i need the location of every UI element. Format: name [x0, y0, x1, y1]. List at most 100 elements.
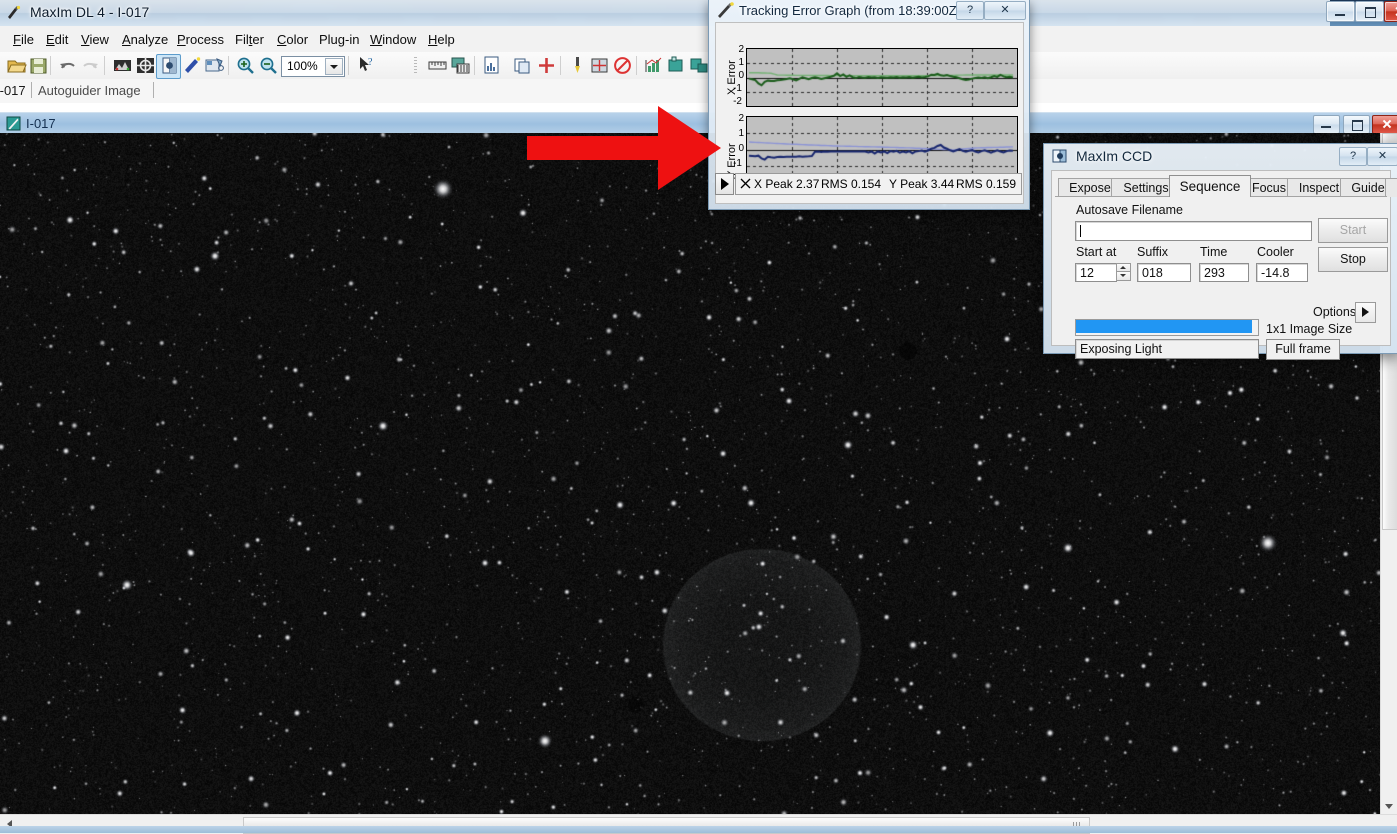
plus-icon[interactable]	[536, 55, 557, 76]
start-at-label: Start at	[1076, 245, 1117, 259]
cooler-input[interactable]: -14.8	[1256, 263, 1308, 282]
overlay-icon[interactable]	[666, 55, 687, 76]
ccd-close-button[interactable]: ✕	[1367, 147, 1397, 166]
spinner-down-icon[interactable]	[1116, 271, 1131, 281]
fit-view-icon[interactable]	[135, 55, 156, 76]
time-label: Time	[1200, 245, 1228, 259]
context-help-icon[interactable]: ?	[356, 55, 377, 76]
calibrate-icon[interactable]	[450, 55, 471, 76]
ccd-dialog-title: MaxIm CCD	[1076, 148, 1153, 164]
vscrollbar-down-button[interactable]	[1382, 799, 1396, 813]
menu-window[interactable]: Window	[367, 31, 419, 48]
tab-sequence[interactable]: Sequence	[1169, 175, 1251, 197]
start-at-spinner[interactable]	[1116, 263, 1131, 281]
menu-edit[interactable]: Edit	[43, 31, 71, 48]
maxim-dl-main-window: MaxIm DL 4 - I-017 File Edit View Analyz…	[0, 0, 1397, 834]
document-tab-strip: I-017 Autoguider Image	[0, 79, 1397, 104]
doc-tab-autoguider-image[interactable]: Autoguider Image	[38, 83, 141, 98]
tracking-close-button[interactable]: ✕	[984, 1, 1026, 20]
image-document-icon	[6, 116, 21, 131]
main-minimize-button[interactable]	[1326, 1, 1355, 22]
doc-tab-separator	[153, 82, 154, 98]
full-frame-button[interactable]: Full frame	[1266, 339, 1340, 360]
astrometry-icon[interactable]	[589, 55, 610, 76]
stop-button[interactable]: Stop	[1318, 247, 1388, 272]
cooler-value: -14.8	[1261, 266, 1290, 280]
ccd-help-button[interactable]: ?	[1339, 147, 1367, 166]
minimize-icon	[1335, 14, 1345, 16]
time-value: 293	[1204, 266, 1225, 280]
autosave-filename-input[interactable]	[1075, 221, 1312, 241]
half-tone-icon[interactable]	[159, 55, 180, 76]
zoom-level-value: 100%	[287, 59, 318, 73]
menubar: File Edit View Analyze Process Filter Co…	[0, 26, 1397, 53]
x-ytick-m1: -1	[733, 83, 742, 94]
layers-icon[interactable]	[689, 55, 710, 76]
menu-filter[interactable]: Filter	[232, 31, 267, 48]
y-ytick-0: 0	[738, 143, 744, 154]
open-icon[interactable]	[6, 55, 27, 76]
tab-setup[interactable]: Setup	[1385, 178, 1397, 197]
toolbar-separator	[50, 56, 51, 75]
undo-icon[interactable]	[57, 55, 78, 76]
window-bottom-edge	[0, 826, 1397, 833]
suffix-value: 018	[1142, 266, 1163, 280]
play-button[interactable]	[715, 173, 734, 195]
tracking-window-titlebar: Tracking Error Graph (from 18:39:00Z) ? …	[709, 0, 1029, 21]
redo-icon	[80, 55, 101, 76]
menu-help[interactable]: Help	[425, 31, 458, 48]
no-entry-icon[interactable]	[612, 55, 633, 76]
autosave-filename-label: Autosave Filename	[1076, 203, 1184, 217]
start-at-input[interactable]: 12	[1075, 263, 1117, 282]
menu-file[interactable]: File	[10, 31, 37, 48]
main-maximize-button[interactable]	[1355, 1, 1384, 22]
zoom-in-icon[interactable]	[235, 55, 256, 76]
toolbar-separator	[228, 56, 229, 75]
ccd-titlebar: MaxIm CCD ? ✕	[1044, 144, 1397, 168]
main-close-button[interactable]	[1384, 1, 1397, 22]
zoom-out-icon[interactable]	[258, 55, 279, 76]
menu-analyze[interactable]: Analyze	[119, 31, 171, 48]
tracking-status-row: X Peak 2.37 RMS 0.154 Y Peak 3.44 RMS 0.…	[715, 173, 1022, 195]
image-minimize-button[interactable]	[1313, 115, 1340, 134]
menu-plugin[interactable]: Plug-in	[316, 31, 362, 48]
x-rms-status: RMS 0.154	[821, 177, 882, 191]
y-rms-status: RMS 0.159	[956, 177, 1017, 191]
toolbar-separator	[636, 56, 637, 75]
options-expand-button[interactable]	[1355, 302, 1376, 323]
pinpoint-icon[interactable]	[567, 55, 588, 76]
histogram-page-icon[interactable]	[481, 55, 502, 76]
toolbar-grip[interactable]	[414, 57, 417, 74]
x-ytick-0: 0	[738, 70, 744, 81]
x-error-plot[interactable]	[746, 48, 1018, 107]
chevron-down-icon[interactable]	[325, 58, 343, 75]
ccd-tabstrip: Expose Settings Sequence Focus Inspect G…	[1055, 174, 1397, 197]
save-icon[interactable]	[28, 55, 49, 76]
svg-text:?: ?	[368, 57, 373, 68]
image-close-button[interactable]	[1372, 115, 1397, 134]
tracking-help-button[interactable]: ?	[956, 1, 984, 20]
ruler-icon[interactable]	[427, 55, 448, 76]
x-ytick-m2: -2	[733, 96, 742, 107]
toolbar-separator	[560, 56, 561, 75]
camera-control-icon[interactable]	[204, 55, 225, 76]
y-ytick-m1: -1	[733, 158, 742, 169]
suffix-input[interactable]: 018	[1137, 263, 1191, 282]
ccd-camera-icon	[1052, 148, 1069, 164]
telescope-icon[interactable]	[182, 55, 203, 76]
image-maximize-button[interactable]	[1343, 115, 1370, 134]
copy-icon[interactable]	[512, 55, 533, 76]
zoom-level-combobox[interactable]: 100%	[281, 56, 345, 77]
graph-icon[interactable]	[643, 55, 664, 76]
time-input[interactable]: 293	[1199, 263, 1249, 282]
menu-process[interactable]: Process	[174, 31, 227, 48]
menu-color[interactable]: Color	[274, 31, 311, 48]
screen-stretch-icon[interactable]	[112, 55, 133, 76]
menu-view[interactable]: View	[78, 31, 112, 48]
maxim-ccd-dialog: MaxIm CCD ? ✕ Expose Settings Sequence F…	[1043, 143, 1397, 360]
start-button[interactable]: Start	[1318, 218, 1388, 243]
doc-tab-separator	[31, 82, 32, 98]
doc-tab-i-017[interactable]: I-017	[0, 83, 26, 98]
minimize-icon	[1321, 126, 1331, 128]
toolbar-separator	[348, 56, 349, 75]
